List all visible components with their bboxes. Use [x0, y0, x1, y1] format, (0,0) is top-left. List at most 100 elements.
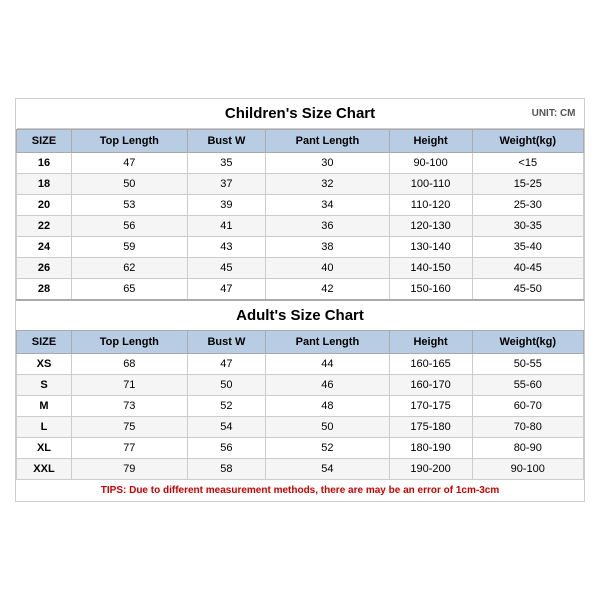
- table-cell: 35: [187, 153, 266, 174]
- adult-col-header: Height: [389, 331, 472, 354]
- table-cell: 43: [187, 237, 266, 258]
- table-cell: 41: [187, 216, 266, 237]
- table-cell: 52: [187, 396, 266, 417]
- table-cell: 70-80: [472, 417, 583, 438]
- table-cell: 18: [17, 174, 72, 195]
- table-cell: 68: [72, 354, 188, 375]
- table-cell: 75: [72, 417, 188, 438]
- children-col-header: Top Length: [72, 130, 188, 153]
- table-cell: 30: [266, 153, 389, 174]
- children-table-row: 26624540140-15040-45: [17, 258, 584, 279]
- adult-table-row: XXL795854190-20090-100: [17, 459, 584, 480]
- table-cell: 39: [187, 195, 266, 216]
- table-cell: 120-130: [389, 216, 472, 237]
- table-cell: 190-200: [389, 459, 472, 480]
- table-cell: 73: [72, 396, 188, 417]
- table-cell: 24: [17, 237, 72, 258]
- table-cell: 26: [17, 258, 72, 279]
- children-header-row: SIZETop LengthBust WPant LengthHeightWei…: [17, 130, 584, 153]
- table-cell: 50: [266, 417, 389, 438]
- table-cell: 50: [72, 174, 188, 195]
- table-cell: 160-165: [389, 354, 472, 375]
- table-cell: 28: [17, 279, 72, 301]
- size-chart-container: Children's Size Chart UNIT: CM SIZETop L…: [15, 98, 585, 502]
- children-table-row: 20533934110-12025-30: [17, 195, 584, 216]
- table-cell: 54: [187, 417, 266, 438]
- table-cell: 47: [187, 354, 266, 375]
- table-cell: 47: [72, 153, 188, 174]
- table-cell: 45: [187, 258, 266, 279]
- table-cell: 170-175: [389, 396, 472, 417]
- adult-col-header: SIZE: [17, 331, 72, 354]
- table-cell: 20: [17, 195, 72, 216]
- table-cell: 140-150: [389, 258, 472, 279]
- adult-table-row: XS684744160-16550-55: [17, 354, 584, 375]
- adult-header-row: SIZETop LengthBust WPant LengthHeightWei…: [17, 331, 584, 354]
- table-cell: 180-190: [389, 438, 472, 459]
- adult-table-row: XL775652180-19080-90: [17, 438, 584, 459]
- table-cell: 130-140: [389, 237, 472, 258]
- table-cell: XS: [17, 354, 72, 375]
- table-cell: 54: [266, 459, 389, 480]
- children-col-header: SIZE: [17, 130, 72, 153]
- table-cell: 48: [266, 396, 389, 417]
- tips-text: TIPS: Due to different measurement metho…: [17, 480, 584, 502]
- table-cell: 53: [72, 195, 188, 216]
- table-cell: 34: [266, 195, 389, 216]
- adult-col-header: Top Length: [72, 331, 188, 354]
- children-table-row: 24594338130-14035-40: [17, 237, 584, 258]
- table-cell: 65: [72, 279, 188, 301]
- adult-col-header: Bust W: [187, 331, 266, 354]
- table-cell: 80-90: [472, 438, 583, 459]
- table-cell: 110-120: [389, 195, 472, 216]
- table-cell: 79: [72, 459, 188, 480]
- table-cell: 50-55: [472, 354, 583, 375]
- table-cell: 150-160: [389, 279, 472, 301]
- children-chart-title: Children's Size Chart: [225, 105, 375, 122]
- table-cell: 32: [266, 174, 389, 195]
- table-cell: S: [17, 375, 72, 396]
- table-cell: 60-70: [472, 396, 583, 417]
- table-cell: 50: [187, 375, 266, 396]
- adults-section-header: Adult's Size Chart: [17, 300, 584, 331]
- table-cell: 42: [266, 279, 389, 301]
- children-table-row: 22564136120-13030-35: [17, 216, 584, 237]
- table-cell: 175-180: [389, 417, 472, 438]
- table-cell: 25-30: [472, 195, 583, 216]
- table-cell: 52: [266, 438, 389, 459]
- table-cell: 22: [17, 216, 72, 237]
- table-cell: 46: [266, 375, 389, 396]
- table-cell: XL: [17, 438, 72, 459]
- table-cell: 59: [72, 237, 188, 258]
- table-cell: 55-60: [472, 375, 583, 396]
- table-cell: 44: [266, 354, 389, 375]
- unit-label: UNIT: CM: [532, 108, 576, 119]
- table-cell: 37: [187, 174, 266, 195]
- table-cell: 15-25: [472, 174, 583, 195]
- table-cell: 71: [72, 375, 188, 396]
- children-table-row: 1647353090-100<15: [17, 153, 584, 174]
- children-col-header: Bust W: [187, 130, 266, 153]
- table-cell: 45-50: [472, 279, 583, 301]
- table-cell: 62: [72, 258, 188, 279]
- adult-table-row: S715046160-17055-60: [17, 375, 584, 396]
- table-cell: 160-170: [389, 375, 472, 396]
- table-cell: 30-35: [472, 216, 583, 237]
- table-cell: 90-100: [389, 153, 472, 174]
- table-cell: <15: [472, 153, 583, 174]
- table-cell: L: [17, 417, 72, 438]
- table-cell: 40-45: [472, 258, 583, 279]
- table-cell: 56: [187, 438, 266, 459]
- children-table-row: 28654742150-16045-50: [17, 279, 584, 301]
- adult-table-row: M735248170-17560-70: [17, 396, 584, 417]
- table-cell: 100-110: [389, 174, 472, 195]
- tips-row: TIPS: Due to different measurement metho…: [17, 480, 584, 502]
- table-cell: XXL: [17, 459, 72, 480]
- adults-chart-title: Adult's Size Chart: [17, 300, 584, 331]
- children-col-header: Height: [389, 130, 472, 153]
- table-cell: 36: [266, 216, 389, 237]
- table-cell: M: [17, 396, 72, 417]
- table-cell: 90-100: [472, 459, 583, 480]
- table-cell: 47: [187, 279, 266, 301]
- table-cell: 40: [266, 258, 389, 279]
